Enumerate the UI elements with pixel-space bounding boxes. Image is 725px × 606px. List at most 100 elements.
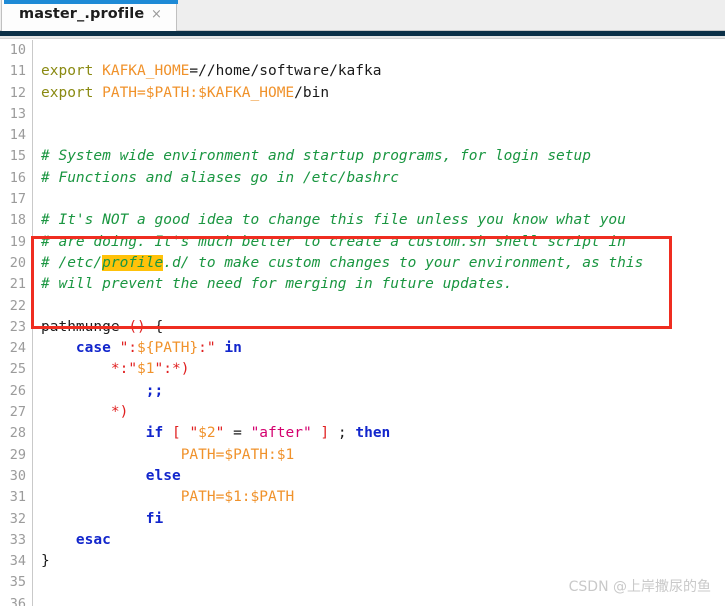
code-text: case ":${PATH}:" in bbox=[41, 338, 242, 359]
code-line[interactable]: 21 # will prevent the need for merging in… bbox=[0, 274, 725, 295]
code-line[interactable]: 32 fi bbox=[0, 509, 725, 530]
code-line[interactable]: 20 # /etc/profile.d/ to make custom chang… bbox=[0, 253, 725, 274]
code-token: " bbox=[154, 361, 164, 378]
code-line[interactable]: 27 *) bbox=[0, 402, 725, 423]
editor-tab-master-profile[interactable]: master_.profile × bbox=[1, 0, 178, 31]
code-line[interactable]: 29 PATH=$PATH:$1 bbox=[0, 445, 725, 466]
code-token: = bbox=[224, 425, 251, 442]
code-line[interactable]: 18 # It's NOT a good idea to change this … bbox=[0, 210, 725, 231]
code-line[interactable]: 34} bbox=[0, 551, 725, 572]
code-token: ;; bbox=[145, 382, 164, 399]
code-token: PATH=$PATH:$1 bbox=[180, 446, 295, 463]
line-number: 27 bbox=[9, 404, 26, 421]
line-number: 23 bbox=[9, 318, 26, 335]
code-text: *) bbox=[41, 402, 128, 423]
code-token: :*) bbox=[163, 361, 190, 378]
code-token: # Functions and aliases go in /etc/bashr… bbox=[41, 169, 399, 186]
line-number: 20 bbox=[9, 254, 26, 271]
code-line[interactable]: 10 bbox=[0, 40, 725, 61]
code-token: in bbox=[224, 340, 242, 357]
code-text: # Functions and aliases go in /etc/bashr… bbox=[41, 168, 399, 189]
code-text: # will prevent the need for merging in f… bbox=[41, 274, 512, 295]
code-token: ; bbox=[329, 425, 356, 442]
code-line[interactable]: 28 if [ "$2" = "after" ] ; then bbox=[0, 423, 725, 444]
code-token: { bbox=[145, 318, 164, 335]
code-token: $2 bbox=[198, 425, 216, 442]
code-line[interactable]: 19 # are doing. It's much better to creat… bbox=[0, 232, 725, 253]
code-lines-container: 10 11 export KAFKA_HOME=//home/software/ka… bbox=[0, 40, 725, 606]
code-line[interactable]: 14 bbox=[0, 125, 725, 146]
code-token: *: bbox=[110, 361, 129, 378]
toolbar-divider-light bbox=[0, 36, 725, 39]
code-line[interactable]: 26 ;; bbox=[0, 381, 725, 402]
line-number: 24 bbox=[9, 340, 26, 357]
line-number: 14 bbox=[9, 127, 26, 144]
line-number: 31 bbox=[9, 489, 26, 506]
code-token: =//home/software/kafka bbox=[189, 63, 382, 80]
code-text: pathmunge () { bbox=[41, 317, 163, 338]
code-token: PATH=$1:$PATH bbox=[180, 489, 295, 506]
code-line[interactable]: 31 PATH=$1:$PATH bbox=[0, 487, 725, 508]
line-number: 33 bbox=[9, 531, 26, 548]
line-number: 26 bbox=[9, 382, 26, 399]
code-line[interactable]: 11 export KAFKA_HOME=//home/software/kafk… bbox=[0, 61, 725, 82]
code-token: } bbox=[41, 553, 50, 570]
code-token: # are doing. It's much better to create … bbox=[41, 233, 626, 250]
line-number: 15 bbox=[9, 148, 26, 165]
line-number: 21 bbox=[9, 276, 26, 293]
code-token: export bbox=[41, 84, 103, 101]
line-number: 13 bbox=[9, 105, 26, 122]
code-line[interactable]: 17 bbox=[0, 189, 725, 210]
code-token: fi bbox=[145, 510, 164, 527]
code-line[interactable]: 25 *:"$1":*) bbox=[0, 359, 725, 380]
line-number: 35 bbox=[9, 574, 26, 591]
code-text: export PATH=$PATH:$KAFKA_HOME/bin bbox=[41, 83, 329, 104]
code-token: .d/ to make custom changes to your envir… bbox=[163, 254, 644, 271]
code-line[interactable]: 24 case ":${PATH}:" in bbox=[0, 338, 725, 359]
line-number: 11 bbox=[9, 63, 26, 80]
code-line[interactable]: 15 # System wide environment and startup … bbox=[0, 146, 725, 167]
code-text: fi bbox=[41, 509, 163, 530]
code-text: # /etc/profile.d/ to make custom changes… bbox=[41, 253, 643, 274]
code-token: if bbox=[145, 425, 164, 442]
line-number: 25 bbox=[9, 361, 26, 378]
tab-bar: master_.profile × bbox=[0, 0, 725, 31]
code-line[interactable]: 22 bbox=[0, 296, 725, 317]
line-number: 32 bbox=[9, 510, 26, 527]
code-line[interactable]: 16 # Functions and aliases go in /etc/bas… bbox=[0, 168, 725, 189]
code-text: esac bbox=[41, 530, 111, 551]
line-number: 19 bbox=[9, 233, 26, 250]
code-text: # System wide environment and startup pr… bbox=[41, 146, 591, 167]
line-number: 28 bbox=[9, 425, 26, 442]
code-token: export bbox=[41, 63, 103, 80]
code-token: pathmunge bbox=[41, 318, 129, 335]
code-line[interactable]: 30 else bbox=[0, 466, 725, 487]
tab-title: master_.profile bbox=[19, 6, 145, 22]
code-editor[interactable]: 10 11 export KAFKA_HOME=//home/software/ka… bbox=[0, 40, 725, 606]
code-text: PATH=$PATH:$1 bbox=[41, 445, 295, 466]
code-line[interactable]: 33 esac bbox=[0, 530, 725, 551]
search-match-highlight: profile bbox=[102, 254, 164, 271]
code-line[interactable]: 13 bbox=[0, 104, 725, 125]
code-token: # will prevent the need for merging in f… bbox=[41, 276, 513, 293]
code-text: PATH=$1:$PATH bbox=[41, 487, 295, 508]
close-icon[interactable]: × bbox=[150, 8, 163, 21]
code-token: else bbox=[145, 467, 181, 484]
code-line[interactable]: 23 pathmunge () { bbox=[0, 317, 725, 338]
code-line[interactable]: 12 export PATH=$PATH:$KAFKA_HOME/bin bbox=[0, 83, 725, 104]
line-number: 18 bbox=[9, 212, 26, 229]
code-token: # /etc/ bbox=[41, 254, 103, 271]
code-token: # It's NOT a good idea to change this fi… bbox=[41, 212, 626, 229]
line-number: 22 bbox=[9, 297, 26, 314]
code-text: ;; bbox=[41, 381, 163, 402]
